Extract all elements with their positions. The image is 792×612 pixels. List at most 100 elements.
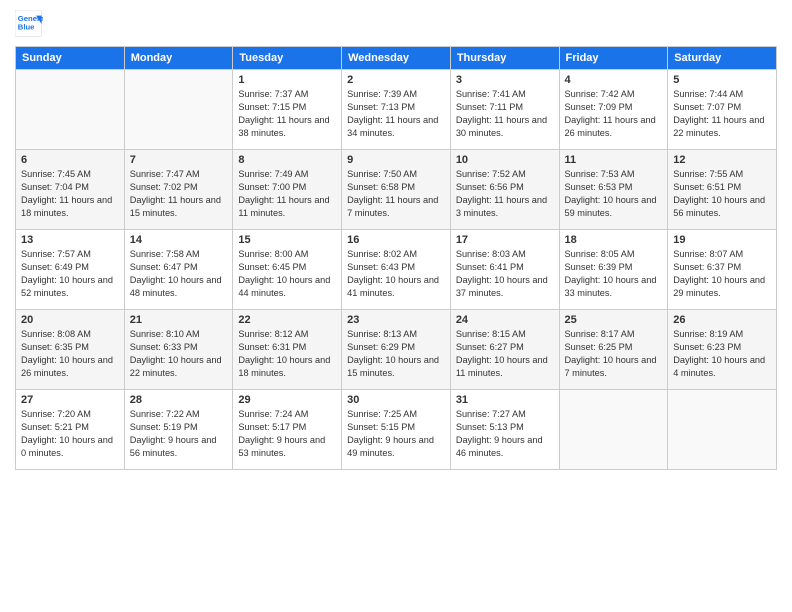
day-info: Sunrise: 7:55 AM Sunset: 6:51 PM Dayligh… [673, 168, 771, 220]
day-info: Sunrise: 8:17 AM Sunset: 6:25 PM Dayligh… [565, 328, 663, 380]
calendar-cell: 30 Sunrise: 7:25 AM Sunset: 5:15 PM Dayli… [342, 390, 451, 470]
calendar-cell: 5 Sunrise: 7:44 AM Sunset: 7:07 PM Daylig… [668, 70, 777, 150]
calendar-cell: 15 Sunrise: 8:00 AM Sunset: 6:45 PM Dayli… [233, 230, 342, 310]
day-number: 18 [565, 234, 663, 246]
day-number: 23 [347, 314, 445, 326]
calendar-cell [559, 390, 668, 470]
calendar-cell: 6 Sunrise: 7:45 AM Sunset: 7:04 PM Daylig… [16, 150, 125, 230]
day-info: Sunrise: 8:08 AM Sunset: 6:35 PM Dayligh… [21, 328, 119, 380]
calendar-cell: 21 Sunrise: 8:10 AM Sunset: 6:33 PM Dayli… [124, 310, 233, 390]
calendar-cell: 11 Sunrise: 7:53 AM Sunset: 6:53 PM Dayli… [559, 150, 668, 230]
day-number: 29 [238, 394, 336, 406]
day-number: 31 [456, 394, 554, 406]
day-info: Sunrise: 7:53 AM Sunset: 6:53 PM Dayligh… [565, 168, 663, 220]
day-number: 9 [347, 154, 445, 166]
calendar-cell: 16Sunrise: 8:02 AM Sunset: 6:43 PM Dayli… [342, 230, 451, 310]
day-info: Sunrise: 7:24 AM Sunset: 5:17 PM Dayligh… [238, 408, 336, 460]
day-info: Sunrise: 8:19 AM Sunset: 6:23 PM Dayligh… [673, 328, 771, 380]
calendar-cell: 24 Sunrise: 8:15 AM Sunset: 6:27 PM Dayli… [450, 310, 559, 390]
day-info: Sunrise: 7:52 AM Sunset: 6:56 PM Dayligh… [456, 168, 554, 220]
day-info: Sunrise: 8:13 AM Sunset: 6:29 PM Dayligh… [347, 328, 445, 380]
day-header-tuesday: Tuesday [233, 47, 342, 70]
page-header: General Blue [15, 10, 777, 38]
calendar-cell: 9 Sunrise: 7:50 AM Sunset: 6:58 PM Daylig… [342, 150, 451, 230]
day-number: 12 [673, 154, 771, 166]
calendar-cell: 8Sunrise: 7:49 AM Sunset: 7:00 PM Daylig… [233, 150, 342, 230]
calendar-cell: 23 Sunrise: 8:13 AM Sunset: 6:29 PM Dayli… [342, 310, 451, 390]
calendar-cell: 3 Sunrise: 7:41 AM Sunset: 7:11 PM Daylig… [450, 70, 559, 150]
calendar-cell: 19Sunrise: 8:07 AM Sunset: 6:37 PM Dayli… [668, 230, 777, 310]
logo: General Blue [15, 10, 45, 38]
day-number: 20 [21, 314, 119, 326]
day-info: Sunrise: 7:20 AM Sunset: 5:21 PM Dayligh… [21, 408, 119, 460]
calendar-cell: 2Sunrise: 7:39 AM Sunset: 7:13 PM Daylig… [342, 70, 451, 150]
calendar-cell [668, 390, 777, 470]
calendar-cell [16, 70, 125, 150]
calendar-cell: 14 Sunrise: 7:58 AM Sunset: 6:47 PM Dayli… [124, 230, 233, 310]
calendar-cell: 10Sunrise: 7:52 AM Sunset: 6:56 PM Dayli… [450, 150, 559, 230]
day-info: Sunrise: 8:12 AM Sunset: 6:31 PM Dayligh… [238, 328, 336, 380]
day-number: 15 [238, 234, 336, 246]
day-info: Sunrise: 7:25 AM Sunset: 5:15 PM Dayligh… [347, 408, 445, 460]
day-number: 24 [456, 314, 554, 326]
day-number: 5 [673, 74, 771, 86]
calendar-cell: 12 Sunrise: 7:55 AM Sunset: 6:51 PM Dayli… [668, 150, 777, 230]
day-header-sunday: Sunday [16, 47, 125, 70]
day-number: 11 [565, 154, 663, 166]
logo-icon: General Blue [15, 10, 43, 38]
calendar-cell: 31 Sunrise: 7:27 AM Sunset: 5:13 PM Dayli… [450, 390, 559, 470]
calendar-cell: 18 Sunrise: 8:05 AM Sunset: 6:39 PM Dayli… [559, 230, 668, 310]
day-info: Sunrise: 7:47 AM Sunset: 7:02 PM Dayligh… [130, 168, 228, 220]
day-info: Sunrise: 8:05 AM Sunset: 6:39 PM Dayligh… [565, 248, 663, 300]
day-info: Sunrise: 7:37 AM Sunset: 7:15 PM Dayligh… [238, 88, 336, 140]
day-info: Sunrise: 7:41 AM Sunset: 7:11 PM Dayligh… [456, 88, 554, 140]
day-number: 25 [565, 314, 663, 326]
day-header-friday: Friday [559, 47, 668, 70]
day-number: 14 [130, 234, 228, 246]
day-info: Sunrise: 7:49 AM Sunset: 7:00 PM Dayligh… [238, 168, 336, 220]
day-info: Sunrise: 7:58 AM Sunset: 6:47 PM Dayligh… [130, 248, 228, 300]
day-number: 17 [456, 234, 554, 246]
day-number: 16 [347, 234, 445, 246]
day-info: Sunrise: 7:39 AM Sunset: 7:13 PM Dayligh… [347, 88, 445, 140]
calendar-cell: 13Sunrise: 7:57 AM Sunset: 6:49 PM Dayli… [16, 230, 125, 310]
day-header-saturday: Saturday [668, 47, 777, 70]
calendar-cell: 22 Sunrise: 8:12 AM Sunset: 6:31 PM Dayli… [233, 310, 342, 390]
calendar-header: SundayMondayTuesdayWednesdayThursdayFrid… [16, 47, 777, 70]
calendar-cell: 7 Sunrise: 7:47 AM Sunset: 7:02 PM Daylig… [124, 150, 233, 230]
calendar-cell: 27 Sunrise: 7:20 AM Sunset: 5:21 PM Dayli… [16, 390, 125, 470]
day-number: 30 [347, 394, 445, 406]
calendar-cell: 29 Sunrise: 7:24 AM Sunset: 5:17 PM Dayli… [233, 390, 342, 470]
day-info: Sunrise: 7:50 AM Sunset: 6:58 PM Dayligh… [347, 168, 445, 220]
day-info: Sunrise: 7:27 AM Sunset: 5:13 PM Dayligh… [456, 408, 554, 460]
day-header-thursday: Thursday [450, 47, 559, 70]
day-number: 22 [238, 314, 336, 326]
day-info: Sunrise: 7:22 AM Sunset: 5:19 PM Dayligh… [130, 408, 228, 460]
day-info: Sunrise: 8:03 AM Sunset: 6:41 PM Dayligh… [456, 248, 554, 300]
day-header-wednesday: Wednesday [342, 47, 451, 70]
day-number: 21 [130, 314, 228, 326]
calendar-cell: 4 Sunrise: 7:42 AM Sunset: 7:09 PM Daylig… [559, 70, 668, 150]
day-number: 27 [21, 394, 119, 406]
calendar-table: SundayMondayTuesdayWednesdayThursdayFrid… [15, 46, 777, 470]
day-info: Sunrise: 7:44 AM Sunset: 7:07 PM Dayligh… [673, 88, 771, 140]
day-info: Sunrise: 7:57 AM Sunset: 6:49 PM Dayligh… [21, 248, 119, 300]
day-info: Sunrise: 7:45 AM Sunset: 7:04 PM Dayligh… [21, 168, 119, 220]
day-info: Sunrise: 8:15 AM Sunset: 6:27 PM Dayligh… [456, 328, 554, 380]
day-number: 6 [21, 154, 119, 166]
calendar-cell: 20 Sunrise: 8:08 AM Sunset: 6:35 PM Dayli… [16, 310, 125, 390]
calendar-cell: 17 Sunrise: 8:03 AM Sunset: 6:41 PM Dayli… [450, 230, 559, 310]
day-number: 26 [673, 314, 771, 326]
calendar-cell: 25 Sunrise: 8:17 AM Sunset: 6:25 PM Dayli… [559, 310, 668, 390]
calendar-cell: 28 Sunrise: 7:22 AM Sunset: 5:19 PM Dayli… [124, 390, 233, 470]
day-number: 3 [456, 74, 554, 86]
day-number: 1 [238, 74, 336, 86]
day-info: Sunrise: 7:42 AM Sunset: 7:09 PM Dayligh… [565, 88, 663, 140]
day-number: 7 [130, 154, 228, 166]
day-number: 4 [565, 74, 663, 86]
day-number: 28 [130, 394, 228, 406]
day-info: Sunrise: 8:10 AM Sunset: 6:33 PM Dayligh… [130, 328, 228, 380]
day-info: Sunrise: 8:00 AM Sunset: 6:45 PM Dayligh… [238, 248, 336, 300]
day-header-monday: Monday [124, 47, 233, 70]
day-info: Sunrise: 8:07 AM Sunset: 6:37 PM Dayligh… [673, 248, 771, 300]
